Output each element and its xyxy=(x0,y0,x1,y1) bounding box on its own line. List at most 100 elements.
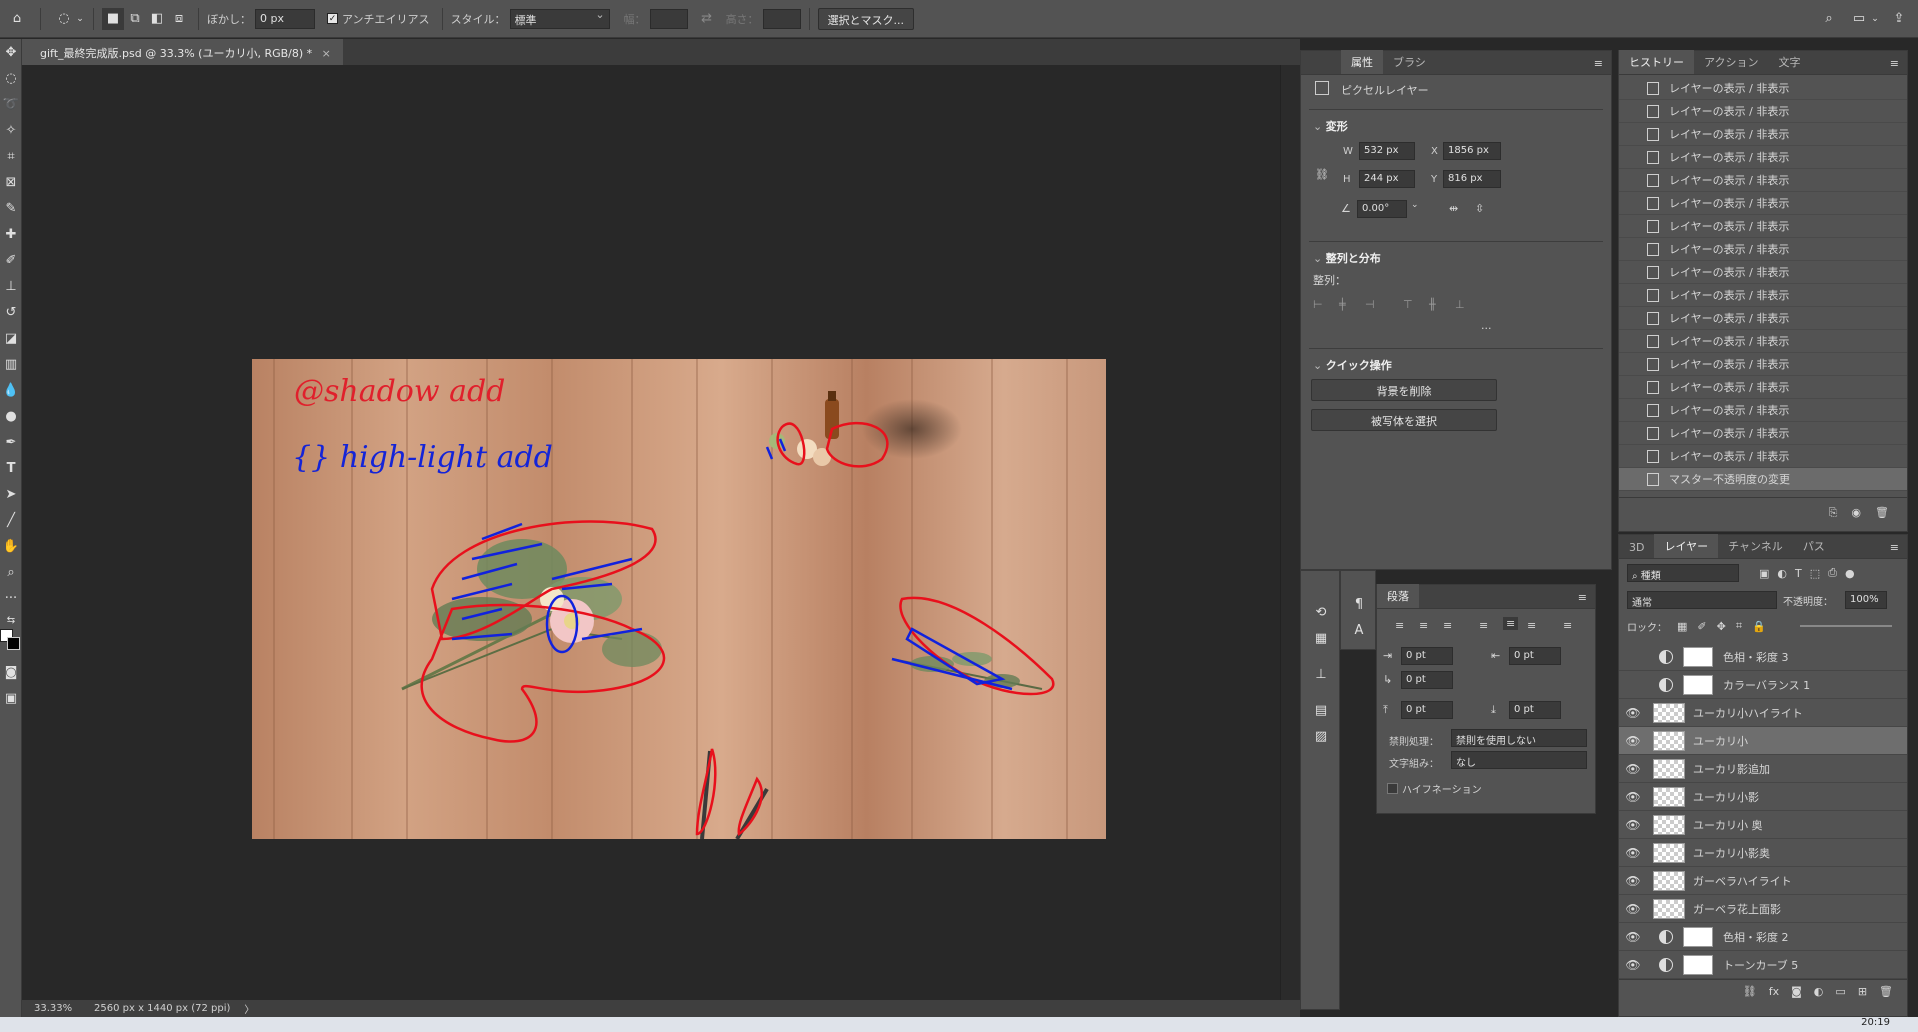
document-tab[interactable]: gift_最終完成版.psd @ 33.3% (ユーカリ小, RGB/8) * … xyxy=(22,39,343,65)
trash-icon[interactable]: 🗑 xyxy=(1875,506,1889,519)
kinsoku-select[interactable]: 禁則を使用しない xyxy=(1451,729,1587,747)
justify-left-icon[interactable]: ≡ xyxy=(1479,619,1488,632)
layer-row[interactable]: 👁 色相・彩度 2 xyxy=(1619,923,1907,951)
layer-mask-thumbnail[interactable] xyxy=(1683,926,1713,947)
layer-name[interactable]: カラーバランス 1 xyxy=(1723,677,1810,693)
space-after-field[interactable]: 0 pt xyxy=(1509,701,1561,719)
align-bottom-icon[interactable]: ⊥ xyxy=(1455,298,1465,311)
y-field[interactable]: 816 px xyxy=(1443,170,1501,188)
filter-adjustment-icon[interactable]: ◐ xyxy=(1777,567,1787,580)
panel-menu-icon[interactable]: ≡ xyxy=(1586,53,1611,74)
link-layers-icon[interactable]: ⛓ xyxy=(1743,985,1757,998)
tab-3d[interactable]: 3D xyxy=(1619,537,1654,558)
history-item[interactable]: レイヤーの表示 / 非表示 xyxy=(1619,330,1907,353)
hyphenation-checkbox[interactable]: ハイフネーション xyxy=(1387,781,1482,796)
layer-mask-thumbnail[interactable] xyxy=(1683,646,1713,667)
feather-input[interactable]: 0 px xyxy=(255,8,315,29)
swap-icon[interactable]: ⇄ xyxy=(696,8,718,30)
chevron-down-icon[interactable]: ⌄ xyxy=(75,8,85,30)
layer-name[interactable]: ユーカリ小影 xyxy=(1693,789,1759,805)
tab-actions[interactable]: アクション xyxy=(1694,50,1768,74)
canvas-area[interactable]: @shadow add {} high-light add xyxy=(22,65,1280,1000)
justify-center-icon[interactable]: ≡ xyxy=(1503,617,1519,630)
layer-row[interactable]: 👁 ガーベラハイライト xyxy=(1619,867,1907,895)
subtract-selection-icon[interactable]: ◧ xyxy=(146,8,168,30)
flip-horizontal-icon[interactable]: ⇹ xyxy=(1449,202,1458,215)
document-canvas[interactable]: @shadow add {} high-light add xyxy=(252,359,1106,839)
filter-pixel-icon[interactable]: ▣ xyxy=(1759,567,1769,580)
stamp-tool-icon[interactable]: ⊥ xyxy=(0,273,22,299)
layer-thumbnail[interactable] xyxy=(1653,814,1685,835)
history-brush-tool-icon[interactable]: ↺ xyxy=(0,299,22,325)
width-input[interactable] xyxy=(649,8,688,29)
height-field[interactable]: 244 px xyxy=(1359,170,1415,188)
layer-name[interactable]: ガーベラ花上面影 xyxy=(1693,901,1781,917)
space-before-field[interactable]: 0 pt xyxy=(1401,701,1453,719)
x-field[interactable]: 1856 px xyxy=(1443,142,1501,160)
layer-name[interactable]: 色相・彩度 3 xyxy=(1723,649,1789,665)
history-item[interactable]: レイヤーの表示 / 非表示 xyxy=(1619,422,1907,445)
history-item[interactable]: レイヤーの表示 / 非表示 xyxy=(1619,445,1907,468)
eye-icon[interactable]: 👁 xyxy=(1619,762,1647,776)
trash-icon[interactable]: 🗑 xyxy=(1879,985,1893,998)
screen-mode-icon[interactable]: ▣ xyxy=(0,685,22,711)
new-layer-icon[interactable]: ⊞ xyxy=(1858,985,1867,998)
chevron-down-icon[interactable]: ⌄ xyxy=(1411,200,1419,210)
new-group-icon[interactable]: ▭ xyxy=(1835,985,1845,998)
tab-character[interactable]: 文字 xyxy=(1768,50,1810,74)
eye-icon[interactable]: 👁 xyxy=(1619,846,1647,860)
eyedropper-tool-icon[interactable]: ✎ xyxy=(0,195,22,221)
eye-icon[interactable]: 👁 xyxy=(1619,790,1647,804)
search-icon[interactable]: ⌕ xyxy=(1818,8,1840,30)
layer-name[interactable]: ユーカリ小 奥 xyxy=(1693,817,1763,833)
layer-thumbnail[interactable] xyxy=(1653,842,1685,863)
tab-history[interactable]: ヒストリー xyxy=(1619,50,1694,74)
more-options-icon[interactable]: ··· xyxy=(1481,322,1492,335)
layer-name[interactable]: ユーカリ小 xyxy=(1693,733,1748,749)
history-item[interactable]: レイヤーの表示 / 非表示 xyxy=(1619,399,1907,422)
frame-tool-icon[interactable]: ⊠ xyxy=(0,169,22,195)
fill-slider[interactable] xyxy=(1799,625,1892,627)
layer-filter-select[interactable]: ⌕ 種類 xyxy=(1627,564,1739,582)
transform-section-title[interactable]: 変形 xyxy=(1313,118,1611,134)
blend-mode-select[interactable]: 通常 xyxy=(1627,591,1777,609)
table-icon[interactable]: ▦ xyxy=(1301,625,1341,651)
fx-icon[interactable]: fx xyxy=(1769,985,1779,998)
dodge-tool-icon[interactable]: ● xyxy=(0,403,22,429)
eye-icon[interactable]: 👁 xyxy=(1619,874,1647,888)
swap-colors-icon[interactable]: ⇆ xyxy=(0,611,22,629)
pen-tool-icon[interactable]: ✒ xyxy=(0,429,22,455)
style-select[interactable]: 標準 xyxy=(509,8,610,29)
history-item[interactable]: レイヤーの表示 / 非表示 xyxy=(1619,261,1907,284)
mojikumi-select[interactable]: なし xyxy=(1451,751,1587,769)
history-item[interactable]: レイヤーの表示 / 非表示 xyxy=(1619,100,1907,123)
notes-icon[interactable]: ▨ xyxy=(1301,723,1341,749)
justify-all-icon[interactable]: ≡ xyxy=(1563,619,1572,632)
layer-name[interactable]: 色相・彩度 2 xyxy=(1723,929,1789,945)
tab-brush[interactable]: ブラシ xyxy=(1383,50,1436,74)
close-icon[interactable]: × xyxy=(322,47,331,60)
history-item[interactable]: レイヤーの表示 / 非表示 xyxy=(1619,192,1907,215)
layer-name[interactable]: ユーカリ影追加 xyxy=(1693,761,1770,777)
tab-layers[interactable]: レイヤー xyxy=(1654,534,1719,558)
vertical-scrollbar[interactable] xyxy=(1280,65,1300,1000)
height-input[interactable] xyxy=(762,8,801,29)
angle-field[interactable]: 0.00° xyxy=(1357,200,1407,218)
zoom-tool-icon[interactable]: ⌕ xyxy=(0,559,22,585)
link-icon[interactable]: ⛓ xyxy=(1315,168,1329,181)
align-section-title[interactable]: 整列と分布 xyxy=(1313,250,1611,266)
layer-row[interactable]: 👁 ガーベラ花上面影 xyxy=(1619,895,1907,923)
workspace-icon[interactable]: ▭ xyxy=(1848,8,1870,30)
background-color[interactable] xyxy=(7,637,20,650)
panel-menu-icon[interactable]: ≡ xyxy=(1882,537,1907,558)
history-item[interactable]: レイヤーの表示 / 非表示 xyxy=(1619,146,1907,169)
layer-thumbnail[interactable] xyxy=(1653,870,1685,891)
layer-mask-thumbnail[interactable] xyxy=(1683,954,1713,975)
new-document-from-state-icon[interactable]: ⎘ xyxy=(1829,506,1838,520)
layer-thumbnail[interactable] xyxy=(1653,758,1685,779)
path-selection-tool-icon[interactable]: ➤ xyxy=(0,481,22,507)
brush-tool-icon[interactable]: ✐ xyxy=(0,247,22,273)
align-left-icon[interactable]: ⊢ xyxy=(1313,298,1323,311)
elliptical-marquee-icon[interactable]: ◌ xyxy=(53,8,75,30)
layer-row[interactable]: 色相・彩度 3 xyxy=(1619,643,1907,671)
